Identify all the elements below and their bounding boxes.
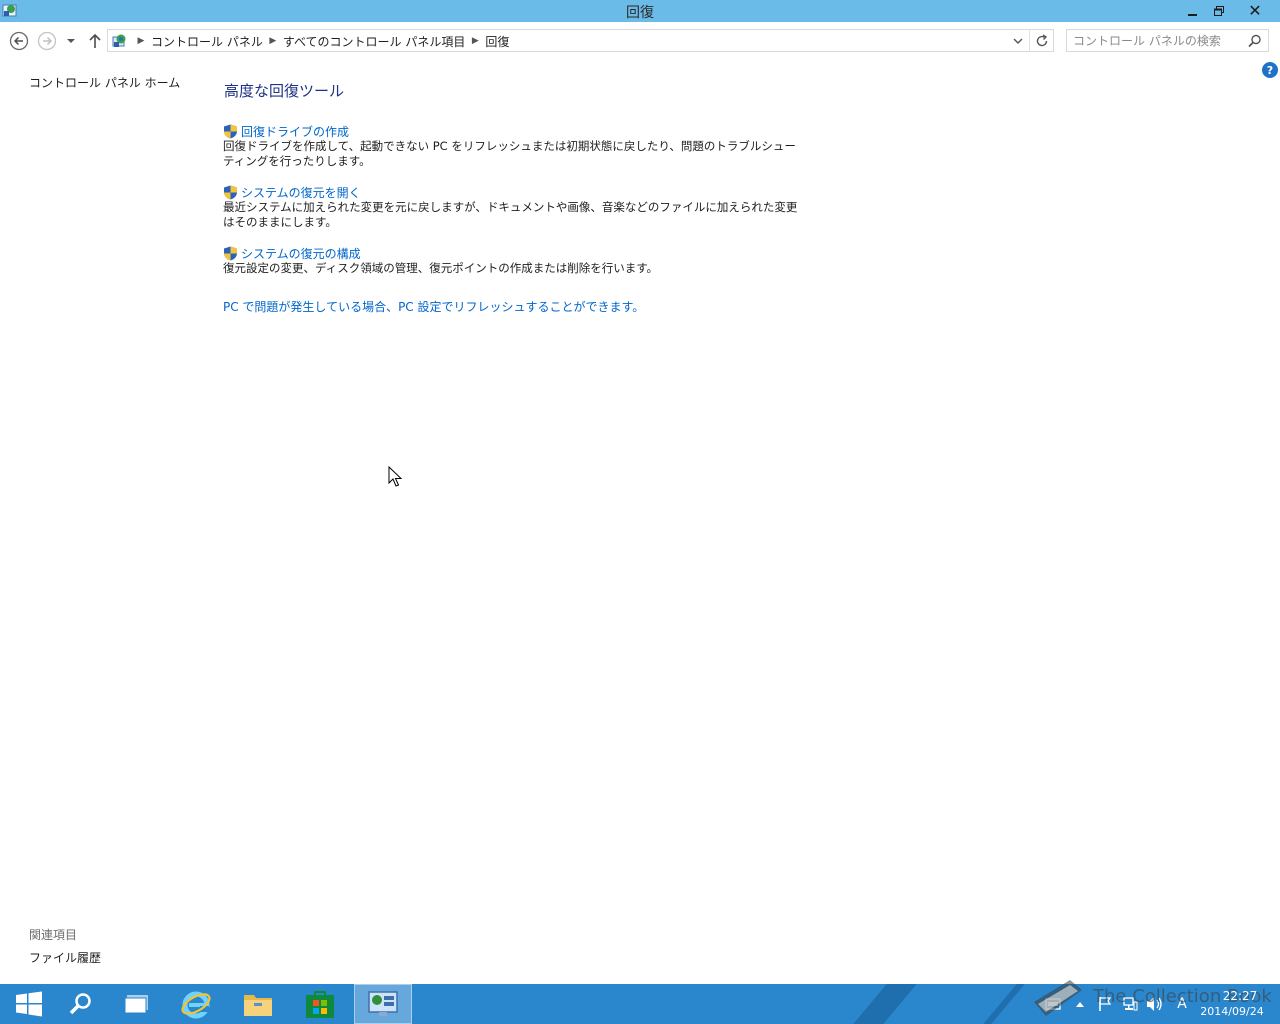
file-explorer-icon bbox=[244, 995, 272, 1016]
clock-date[interactable]: 2014/09/24 bbox=[1200, 1005, 1264, 1018]
related-items-heading: 関連項目 bbox=[29, 928, 78, 942]
window-title: 回復 bbox=[626, 5, 654, 21]
chevron-down-icon bbox=[1013, 38, 1023, 44]
help-icon[interactable]: ? bbox=[1262, 62, 1278, 78]
restore-icon bbox=[1214, 5, 1224, 16]
page-title: 高度な回復ツール bbox=[224, 82, 345, 100]
tool-description: 回復ドライブを作成して、起動できない PC をリフレッシュまたは初期状態に戻した… bbox=[223, 139, 796, 168]
refresh-button[interactable] bbox=[1029, 30, 1053, 51]
taskbar: A bbox=[0, 984, 1280, 1024]
pc-settings-refresh-link[interactable]: PC で問題が発生している場合、PC 設定でリフレッシュすることができます。 bbox=[223, 298, 644, 315]
breadcrumb-recovery[interactable]: 回復 bbox=[483, 33, 511, 50]
back-button[interactable] bbox=[9, 31, 29, 51]
breadcrumb-all-items[interactable]: すべてのコントロール パネル項目 bbox=[281, 33, 468, 50]
breadcrumb-separator-icon[interactable]: ▶ bbox=[265, 36, 281, 46]
back-arrow-icon bbox=[9, 31, 29, 51]
breadcrumb-separator-icon[interactable]: ▶ bbox=[467, 36, 483, 46]
configure-system-restore-link[interactable]: システムの復元の構成 bbox=[223, 245, 803, 261]
control-panel-location-icon bbox=[112, 34, 126, 47]
address-history-dropdown[interactable] bbox=[1011, 33, 1025, 49]
internet-explorer-button[interactable] bbox=[167, 984, 225, 1024]
refresh-icon bbox=[1036, 33, 1047, 46]
close-button[interactable]: ✕ bbox=[1232, 0, 1278, 21]
recent-locations-button[interactable] bbox=[64, 31, 78, 51]
forward-button[interactable] bbox=[37, 31, 57, 51]
search-input[interactable] bbox=[1073, 33, 1243, 49]
up-arrow-icon bbox=[89, 33, 101, 48]
open-system-restore-link[interactable]: システムの復元を開く bbox=[223, 184, 803, 200]
tool-link-label[interactable]: 回復ドライブの作成 bbox=[241, 123, 349, 140]
search-box[interactable] bbox=[1066, 29, 1269, 52]
tool-link-label[interactable]: システムの復元を開く bbox=[241, 184, 361, 201]
file-explorer-button[interactable] bbox=[229, 984, 287, 1024]
minimize-icon bbox=[1188, 13, 1197, 16]
taskbar-decoration bbox=[983, 984, 1025, 1024]
task-view-icon bbox=[124, 995, 148, 1014]
create-recovery-drive-link[interactable]: 回復ドライブの作成 bbox=[223, 123, 803, 139]
title-bar: 回復 ✕ bbox=[0, 0, 1280, 22]
restore-button[interactable] bbox=[1206, 0, 1232, 21]
breadcrumb: ▶ コントロール パネル ▶ すべてのコントロール パネル項目 ▶ 回復 bbox=[133, 33, 511, 49]
control-panel-icon bbox=[368, 991, 398, 1016]
file-history-link[interactable]: ファイル履歴 bbox=[29, 949, 101, 966]
taskbar-decoration bbox=[853, 984, 917, 1024]
breadcrumb-separator-icon[interactable]: ▶ bbox=[133, 36, 149, 46]
breadcrumb-control-panel[interactable]: コントロール パネル bbox=[149, 33, 265, 50]
forward-arrow-icon bbox=[37, 31, 57, 51]
internet-explorer-icon bbox=[181, 991, 211, 1019]
tool-link-label[interactable]: システムの復元の構成 bbox=[241, 245, 361, 262]
up-button[interactable] bbox=[85, 31, 105, 51]
clock-time[interactable]: 22:27 bbox=[1210, 989, 1270, 1003]
recovery-tool-item: 回復ドライブの作成 回復ドライブを作成して、起動できない PC をリフレッシュま… bbox=[223, 123, 803, 169]
search-icon bbox=[69, 993, 91, 1015]
control-panel-taskbar-button[interactable] bbox=[354, 984, 412, 1024]
mouse-cursor-icon bbox=[388, 466, 402, 487]
close-icon: ✕ bbox=[1248, 1, 1262, 20]
search-icon[interactable] bbox=[1248, 34, 1262, 48]
start-button[interactable] bbox=[0, 984, 58, 1024]
address-bar[interactable]: ▶ コントロール パネル ▶ すべてのコントロール パネル項目 ▶ 回復 bbox=[107, 29, 1054, 52]
control-panel-home-link[interactable]: コントロール パネル ホーム bbox=[29, 74, 180, 91]
start-icon bbox=[16, 991, 42, 1017]
navigation-bar: ▶ コントロール パネル ▶ すべてのコントロール パネル項目 ▶ 回復 bbox=[0, 22, 1280, 60]
store-button[interactable] bbox=[291, 984, 349, 1024]
store-icon bbox=[306, 991, 334, 1018]
chevron-down-icon bbox=[67, 39, 75, 43]
uac-shield-icon bbox=[224, 185, 237, 199]
task-view-button[interactable] bbox=[108, 984, 166, 1024]
recovery-tool-item: システムの復元を開く 最近システムに加えられた変更を元に戻しますが、ドキュメント… bbox=[223, 184, 803, 230]
taskbar-search-button[interactable] bbox=[52, 984, 110, 1024]
uac-shield-icon bbox=[224, 246, 237, 260]
watermark-book-icon bbox=[1034, 980, 1082, 1016]
tool-description: 最近システムに加えられた変更を元に戻しますが、ドキュメントや画像、音楽などのファ… bbox=[223, 200, 798, 229]
recovery-tool-item: システムの復元の構成 復元設定の変更、ディスク領域の管理、復元ポイントの作成また… bbox=[223, 245, 803, 276]
uac-shield-icon bbox=[224, 124, 237, 138]
minimize-button[interactable] bbox=[1180, 0, 1206, 21]
tool-description: 復元設定の変更、ディスク領域の管理、復元ポイントの作成または削除を行います。 bbox=[223, 261, 659, 275]
